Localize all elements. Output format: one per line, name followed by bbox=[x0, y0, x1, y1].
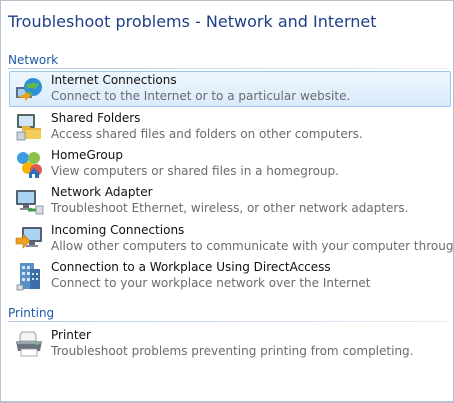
section-header-network: Network bbox=[8, 53, 448, 69]
item-description: Access shared files and folders on other… bbox=[51, 127, 363, 141]
item-shared-folders[interactable]: Shared Folders Access shared files and f… bbox=[10, 109, 450, 145]
item-title: HomeGroup bbox=[51, 148, 123, 162]
item-description: Troubleshoot Ethernet, wireless, or othe… bbox=[51, 201, 409, 215]
item-internet-connections[interactable]: Internet Connections Connect to the Inte… bbox=[9, 71, 451, 107]
item-description: Allow other computers to communicate wit… bbox=[51, 239, 454, 253]
incoming-connections-icon bbox=[14, 224, 44, 254]
shared-folder-icon bbox=[14, 112, 44, 142]
item-title: Network Adapter bbox=[51, 185, 153, 199]
item-description: Troubleshoot problems preventing printin… bbox=[51, 344, 414, 358]
item-homegroup[interactable]: HomeGroup View computers or shared files… bbox=[10, 146, 450, 182]
troubleshoot-window: Troubleshoot problems - Network and Inte… bbox=[0, 0, 454, 403]
item-title: Shared Folders bbox=[51, 111, 141, 125]
item-description: Connect to the Internet or to a particul… bbox=[51, 89, 351, 103]
workplace-building-icon bbox=[14, 261, 44, 291]
item-title: Internet Connections bbox=[51, 73, 177, 87]
globe-icon bbox=[14, 75, 44, 105]
item-title: Printer bbox=[51, 328, 91, 342]
item-network-adapter[interactable]: Network Adapter Troubleshoot Ethernet, w… bbox=[10, 183, 450, 219]
section-title: Network bbox=[8, 53, 59, 67]
item-description: View computers or shared files in a home… bbox=[51, 164, 339, 178]
printer-icon bbox=[14, 329, 44, 359]
item-title: Connection to a Workplace Using DirectAc… bbox=[51, 260, 331, 274]
item-title: Incoming Connections bbox=[51, 223, 185, 237]
item-incoming-connections[interactable]: Incoming Connections Allow other compute… bbox=[10, 221, 453, 257]
section-divider bbox=[8, 321, 448, 322]
section-divider bbox=[8, 68, 448, 69]
item-printer[interactable]: Printer Troubleshoot problems preventing… bbox=[10, 326, 450, 362]
section-header-printing: Printing bbox=[8, 306, 448, 322]
item-directaccess[interactable]: Connection to a Workplace Using DirectAc… bbox=[10, 258, 450, 294]
section-title: Printing bbox=[8, 306, 55, 320]
homegroup-icon bbox=[14, 149, 44, 179]
page-title: Troubleshoot problems - Network and Inte… bbox=[8, 12, 377, 31]
network-adapter-icon bbox=[14, 186, 44, 216]
item-description: Connect to your workplace network over t… bbox=[51, 276, 371, 290]
